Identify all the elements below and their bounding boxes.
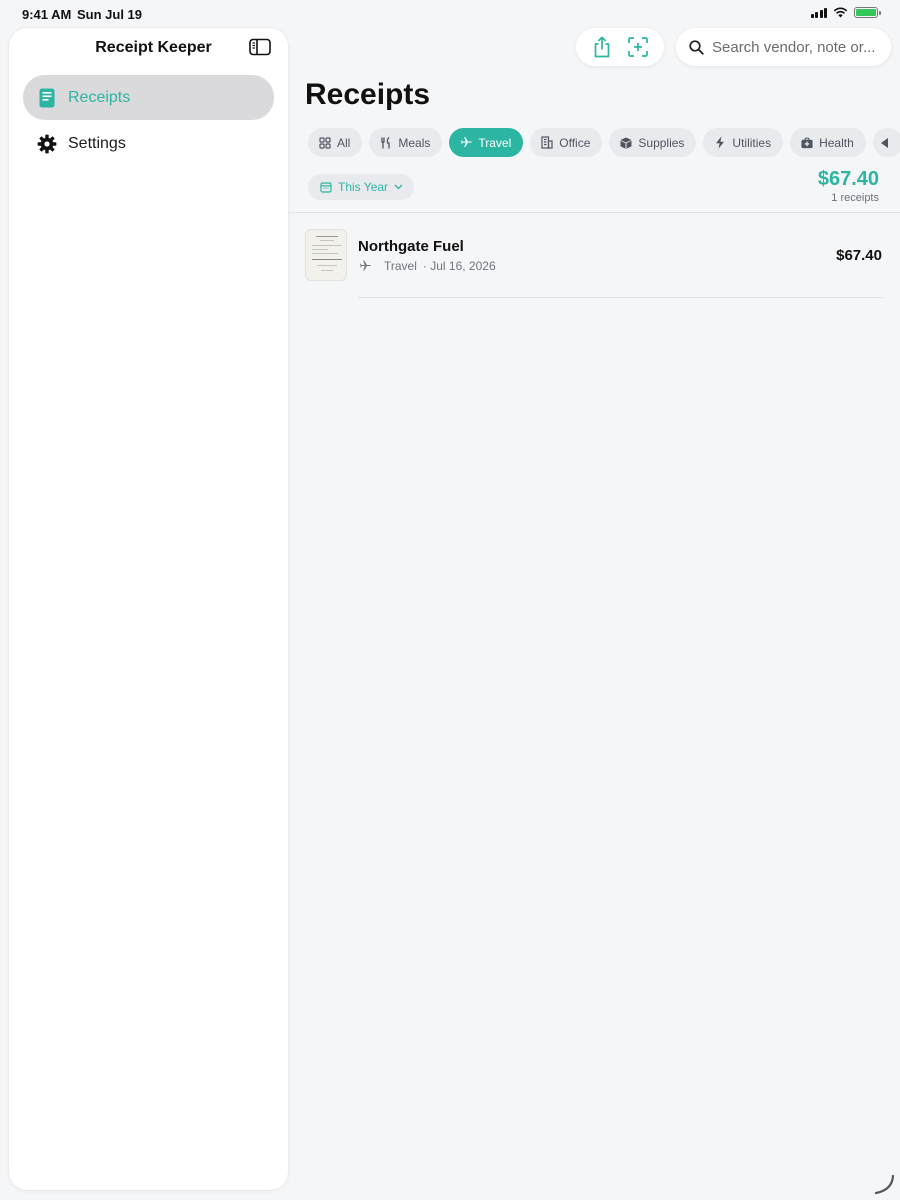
chip-health[interactable]: Health [790,128,866,157]
receipt-thumbnail [305,229,347,281]
sidebar-item-label: Receipts [68,88,131,106]
status-bar: 9:41 AM Sun Jul 19 [0,0,900,28]
chip-meals[interactable]: Meals [369,128,443,157]
chip-travel[interactable]: Travel [449,128,524,157]
sidebar: Receipt Keeper Receipts Settings [9,28,288,1190]
search-input[interactable] [712,38,882,56]
search-field[interactable] [676,28,891,66]
cellular-signal-icon [810,7,827,18]
receipt-meta: Travel · Jul 16, 2026 [358,259,496,273]
receipt-date: · Jul 16, 2026 [422,259,496,273]
bolt-icon [714,136,726,149]
search-icon [689,39,704,55]
total-amount: $67.40 [817,168,879,190]
receipt-amount: $67.40 [836,247,882,264]
sidebar-item-label: Settings [68,134,126,152]
date-range-label: This Year [338,180,389,194]
chip-supplies[interactable]: Supplies [609,128,697,157]
scan-add-button[interactable] [624,33,652,61]
share-button[interactable] [588,33,616,61]
box-icon [620,137,632,149]
receipt-row[interactable]: Northgate Fuel Travel · Jul 16, 2026 $67… [288,213,900,299]
receipt-icon [37,88,57,108]
chip-label: All [337,135,351,150]
grid-icon [319,136,331,149]
category-filter-bar: All Meals Travel Office Supplies Utiliti… [308,128,900,158]
status-date: Sun Jul 19 [77,7,143,22]
row-divider [358,297,883,298]
scan-add-icon [628,37,648,57]
chip-label: Office [559,135,591,150]
chip-label: Health [819,135,854,150]
sidebar-toggle-icon[interactable] [249,38,271,56]
chip-label: Meals [398,135,431,150]
sidebar-item-settings[interactable]: Settings [23,121,274,166]
gear-icon [37,134,57,154]
receipt-vendor: Northgate Fuel [358,238,464,255]
chip-more[interactable] [872,128,900,157]
toolbar-actions [576,28,664,66]
date-range-filter[interactable]: This Year [308,174,415,200]
share-icon [594,36,610,58]
building-icon [541,136,553,149]
airplane-icon [460,137,473,149]
medical-bag-icon [801,137,813,149]
chip-label: Utilities [732,135,772,150]
partial-chip-icon [879,137,891,149]
status-time: 9:41 AM [22,7,72,22]
chip-office[interactable]: Office [530,128,603,157]
sidebar-item-receipts[interactable]: Receipts [23,75,274,120]
wifi-icon [833,7,848,18]
chip-utilities[interactable]: Utilities [703,128,784,157]
page-title: Receipts [305,78,431,111]
total-count: 1 receipts [831,192,879,204]
chip-label: Supplies [638,135,685,150]
chip-label: Travel [478,135,512,150]
receipt-category: Travel [384,259,417,273]
chevron-down-icon [394,184,403,190]
fork-knife-icon [380,136,392,149]
chip-all[interactable]: All [308,128,363,157]
calendar-icon [320,182,332,193]
resize-handle-icon[interactable] [872,1172,896,1196]
airplane-icon [359,260,371,271]
battery-icon [854,7,881,18]
status-indicators [810,7,881,18]
